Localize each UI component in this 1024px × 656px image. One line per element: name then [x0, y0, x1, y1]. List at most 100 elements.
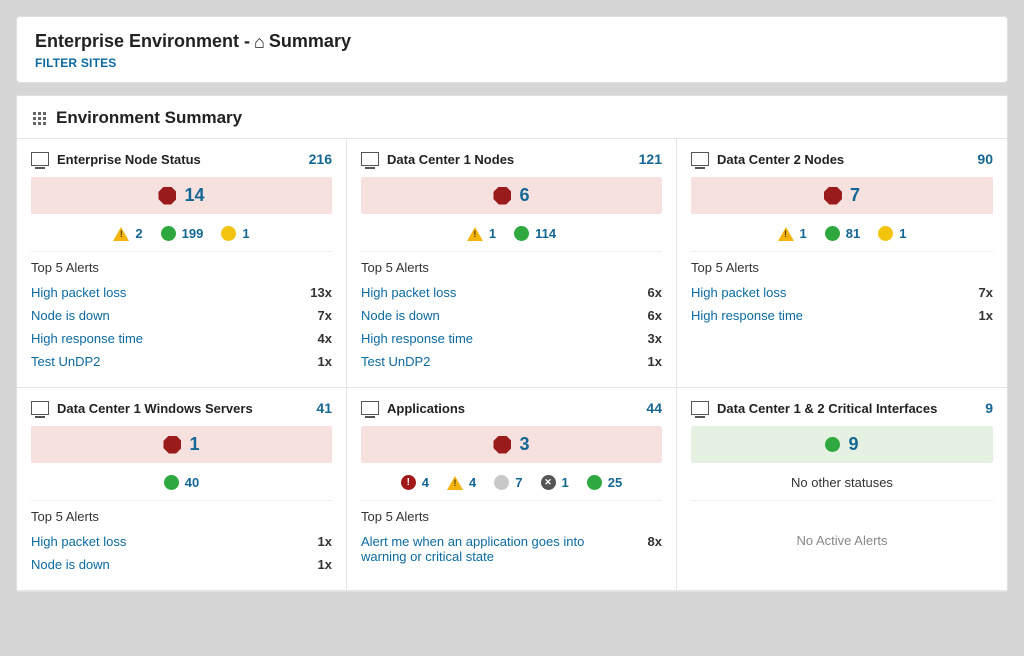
status-chip[interactable]: 199: [161, 226, 204, 241]
status-row: 2 199 1: [31, 220, 332, 252]
status-chip[interactable]: 1: [221, 226, 249, 241]
card-total[interactable]: 44: [646, 400, 662, 416]
top-alerts-label: Top 5 Alerts: [31, 260, 332, 275]
card-total[interactable]: 90: [977, 151, 993, 167]
monitor-icon: [361, 152, 379, 166]
up-circle-icon: [825, 437, 840, 452]
summary-card: Data Center 2 Nodes 90 7 1 81 1 Top 5 Alerts Hi…: [677, 139, 1007, 388]
alert-link[interactable]: High packet loss: [31, 285, 126, 300]
filter-sites-link[interactable]: FILTER SITES: [35, 56, 117, 70]
alert-row: High response time 1x: [691, 304, 993, 327]
alert-count: 4x: [318, 331, 332, 346]
up-circle-icon: [164, 475, 179, 490]
status-value: 4: [469, 475, 476, 490]
alert-row: Node is down 7x: [31, 304, 332, 327]
top-alerts-label: Top 5 Alerts: [361, 509, 662, 524]
warning-triangle-icon: [778, 227, 794, 241]
alert-link[interactable]: High response time: [31, 331, 143, 346]
critical-octagon-icon: [163, 436, 181, 454]
alert-row: Node is down6x: [361, 304, 662, 327]
banner-value: 1: [189, 434, 199, 455]
alert-row: Test UnDP2 1x: [361, 350, 662, 373]
page-header: Enterprise Environment - ⌂ Summary FILTE…: [16, 16, 1008, 83]
alert-row: Alert me when an application goes into w…: [361, 530, 662, 568]
alert-link[interactable]: High response time: [361, 331, 473, 346]
critical-octagon-icon: [158, 187, 176, 205]
alert-link[interactable]: Test UnDP2: [31, 354, 100, 369]
alert-count: 1x: [318, 557, 332, 572]
alert-link[interactable]: High packet loss: [31, 534, 126, 549]
status-banner[interactable]: 14: [31, 177, 332, 214]
card-total[interactable]: 41: [316, 400, 332, 416]
status-chip[interactable]: 1: [541, 475, 569, 490]
status-chip[interactable]: 1: [778, 226, 807, 241]
card-header: Enterprise Node Status216: [31, 151, 332, 167]
alert-link[interactable]: Node is down: [31, 557, 110, 572]
alert-link[interactable]: Node is down: [31, 308, 110, 323]
status-banner[interactable]: 9: [691, 426, 993, 463]
alert-count: 1x: [648, 354, 662, 369]
alert-row: High packet loss1x: [31, 530, 332, 553]
status-value: 7: [515, 475, 522, 490]
status-value: 2: [135, 226, 142, 241]
status-chip[interactable]: 25: [587, 475, 622, 490]
status-banner[interactable]: 1: [31, 426, 332, 463]
status-banner[interactable]: 3: [361, 426, 662, 463]
status-chip[interactable]: 1: [467, 226, 496, 241]
panel-header: Environment Summary: [17, 96, 1007, 138]
alert-link[interactable]: High packet loss: [361, 285, 456, 300]
status-value: 1: [899, 226, 906, 241]
status-chip[interactable]: 4: [401, 475, 429, 490]
no-active-alerts: No Active Alerts: [691, 509, 993, 572]
monitor-icon: [361, 401, 379, 415]
warning-triangle-icon: [467, 227, 483, 241]
top-alerts-label: Top 5 Alerts: [691, 260, 993, 275]
alert-count: 1x: [979, 308, 993, 323]
monitor-icon: [691, 152, 709, 166]
status-value: 1: [800, 226, 807, 241]
alert-count: 6x: [648, 285, 662, 300]
drag-handle-icon[interactable]: [33, 112, 46, 125]
banner-value: 14: [184, 185, 204, 206]
status-chip[interactable]: 114: [514, 226, 556, 241]
panel-title: Environment Summary: [56, 108, 242, 128]
status-banner[interactable]: 6: [361, 177, 662, 214]
monitor-icon: [31, 152, 49, 166]
status-value: 114: [535, 226, 556, 241]
alert-link[interactable]: High response time: [691, 308, 803, 323]
status-chip[interactable]: 7: [494, 475, 522, 490]
up-circle-icon: [587, 475, 602, 490]
card-title: Data Center 1 Nodes: [387, 152, 514, 167]
card-total[interactable]: 216: [309, 151, 332, 167]
summary-card: Enterprise Node Status216 14 2 199 1 Top 5 Al…: [17, 139, 347, 388]
down-x-icon: [541, 475, 556, 490]
card-total[interactable]: 121: [639, 151, 662, 167]
up-circle-icon: [161, 226, 176, 241]
monitor-icon: [691, 401, 709, 415]
status-chip[interactable]: 81: [825, 226, 860, 241]
page-title-prefix: Enterprise Environment -: [35, 31, 250, 52]
status-chip[interactable]: 4: [447, 475, 476, 490]
status-chip[interactable]: 1: [878, 226, 906, 241]
critical-octagon-icon: [493, 187, 511, 205]
status-banner[interactable]: 7: [691, 177, 993, 214]
status-chip[interactable]: 2: [113, 226, 142, 241]
card-title: Data Center 2 Nodes: [717, 152, 844, 167]
card-total[interactable]: 9: [985, 400, 993, 416]
unknown-circle-icon: [878, 226, 893, 241]
alert-row: High packet loss13x: [31, 281, 332, 304]
monitor-icon: [31, 401, 49, 415]
alert-row: Test UnDP21x: [31, 350, 332, 373]
critical-octagon-icon: [824, 187, 842, 205]
warning-triangle-icon: [113, 227, 129, 241]
alert-link[interactable]: High packet loss: [691, 285, 786, 300]
status-value: 1: [242, 226, 249, 241]
alert-count: 7x: [318, 308, 332, 323]
status-chip[interactable]: 40: [164, 475, 199, 490]
card-header: Data Center 1 & 2 Critical Interfaces 9: [691, 400, 993, 416]
alert-link[interactable]: Alert me when an application goes into w…: [361, 534, 608, 564]
alert-link[interactable]: Test UnDP2: [361, 354, 430, 369]
status-value: 1: [489, 226, 496, 241]
alert-link[interactable]: Node is down: [361, 308, 440, 323]
card-title: Data Center 1 & 2 Critical Interfaces: [717, 401, 937, 416]
